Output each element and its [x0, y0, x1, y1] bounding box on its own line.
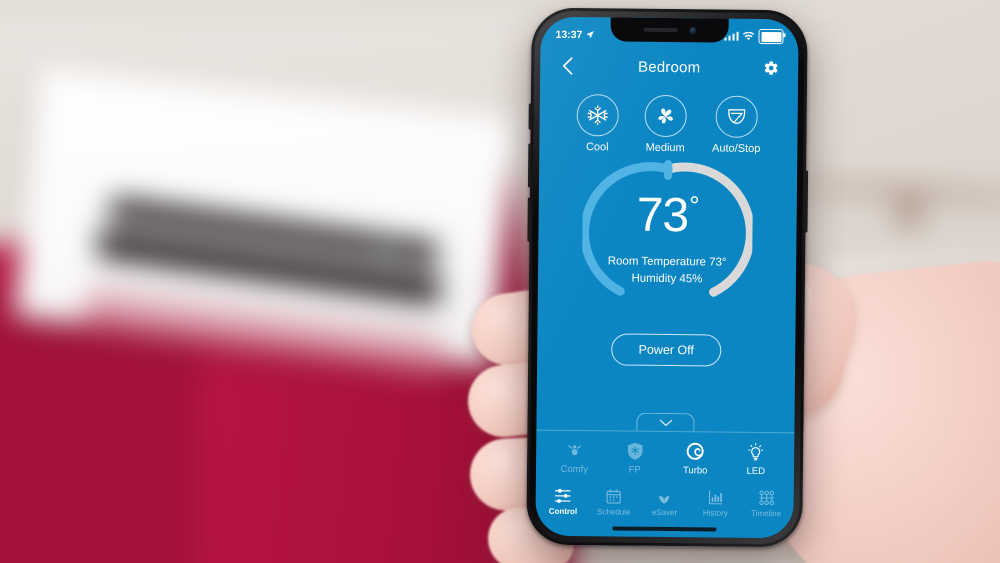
feature-label: Comfy — [560, 463, 589, 475]
room-temperature-label: Room Temperature 73° — [607, 254, 727, 269]
screenshot-stage: 13:37 Bedroom Cool Medium Auto/Stop 73° … — [0, 0, 1000, 563]
dial-readout: 73° Room Temperature 73° Humidity 45% — [607, 188, 728, 285]
mute-switch[interactable] — [528, 103, 532, 130]
power-section: Power Off — [537, 333, 795, 368]
mode-label: Auto/Stop — [712, 142, 761, 155]
dial-handle[interactable] — [664, 160, 673, 181]
feature-fp[interactable]: FP — [604, 441, 665, 476]
shield-snowflake-icon — [627, 442, 643, 460]
home-indicator[interactable] — [535, 520, 793, 539]
feature-label: LED — [746, 465, 766, 478]
mode-circle — [576, 94, 619, 137]
temperature-dial[interactable]: 73° Room Temperature 73° Humidity 45% — [538, 159, 798, 322]
screen-spacer — [537, 365, 795, 415]
page-title: Bedroom — [637, 58, 701, 76]
battery-full-icon — [758, 29, 784, 45]
panel-pull-tab[interactable] — [536, 412, 794, 433]
phone-screen: 13:37 Bedroom Cool Medium Auto/Stop 73° … — [535, 16, 799, 539]
tab-label: Control — [548, 506, 578, 517]
mode-buttons: Cool Medium Auto/Stop — [539, 84, 798, 156]
wifi-icon — [743, 31, 755, 40]
mode-circle — [644, 94, 687, 138]
location-arrow-icon — [586, 30, 594, 39]
volume-up-button[interactable] — [527, 143, 532, 188]
earpiece-speaker — [643, 27, 678, 33]
sliders-icon — [555, 488, 572, 503]
fan-icon — [658, 108, 673, 124]
power-off-button[interactable]: Power Off — [611, 333, 722, 367]
feature-led[interactable]: LED — [725, 442, 786, 478]
settings-button[interactable] — [760, 57, 782, 79]
volume-down-button[interactable] — [527, 197, 531, 242]
feature-label: FP — [628, 464, 641, 476]
swing-louver-icon — [728, 109, 746, 124]
tab-history[interactable]: History — [690, 489, 741, 518]
smartphone: 13:37 Bedroom Cool Medium Auto/Stop 73° … — [526, 7, 809, 548]
notch — [610, 17, 729, 43]
mode-circle — [715, 95, 758, 138]
set-temperature: 73° — [608, 188, 727, 242]
collapse-panel-button[interactable] — [636, 412, 695, 432]
mode-button-medium[interactable]: Medium — [644, 94, 687, 155]
degree-symbol: ° — [689, 189, 699, 220]
leaf-icon — [659, 495, 670, 504]
feature-label: Turbo — [682, 465, 708, 477]
tab-label: Timeline — [751, 508, 782, 519]
tab-timeline[interactable]: Timeline — [741, 490, 792, 519]
mode-label: Medium — [645, 141, 685, 155]
app-header: Bedroom — [540, 48, 798, 87]
tab-label: History — [702, 508, 728, 518]
set-temperature-value: 73 — [636, 188, 689, 242]
status-bar-time: 13:37 — [555, 28, 583, 41]
gear-icon — [764, 61, 778, 75]
tab-label: eSaver — [651, 507, 678, 518]
back-button[interactable] — [556, 55, 578, 77]
humidity-label: Humidity 45% — [631, 272, 703, 285]
lightbulb-icon — [748, 443, 764, 461]
status-bar-right — [724, 29, 784, 45]
bar-chart-icon — [708, 490, 723, 505]
mode-label: Cool — [585, 141, 609, 154]
calendar-icon — [606, 489, 622, 504]
bottom-tab-bar: Control Schedule eSaver History Timeline — [535, 482, 793, 523]
mode-button-auto-stop[interactable]: Auto/Stop — [712, 95, 761, 155]
nodes-icon — [758, 490, 774, 506]
tab-schedule[interactable]: Schedule — [588, 488, 639, 517]
person-arms-up-icon — [567, 444, 581, 455]
tab-label: Schedule — [597, 507, 631, 517]
feature-comfy[interactable]: Comfy — [544, 440, 605, 475]
mode-button-cool[interactable]: Cool — [576, 94, 619, 153]
chevron-left-icon — [562, 57, 573, 75]
snowflake-icon — [587, 105, 608, 126]
chevron-down-icon — [659, 419, 672, 426]
tab-esaver[interactable]: eSaver — [639, 489, 690, 518]
status-bar-left: 13:37 — [555, 28, 594, 41]
front-camera — [689, 26, 697, 34]
tab-control[interactable]: Control — [537, 488, 588, 517]
feature-turbo[interactable]: Turbo — [665, 441, 726, 477]
swirl-icon — [686, 442, 704, 460]
feature-row: Comfy FP Turbo LED — [535, 429, 795, 485]
